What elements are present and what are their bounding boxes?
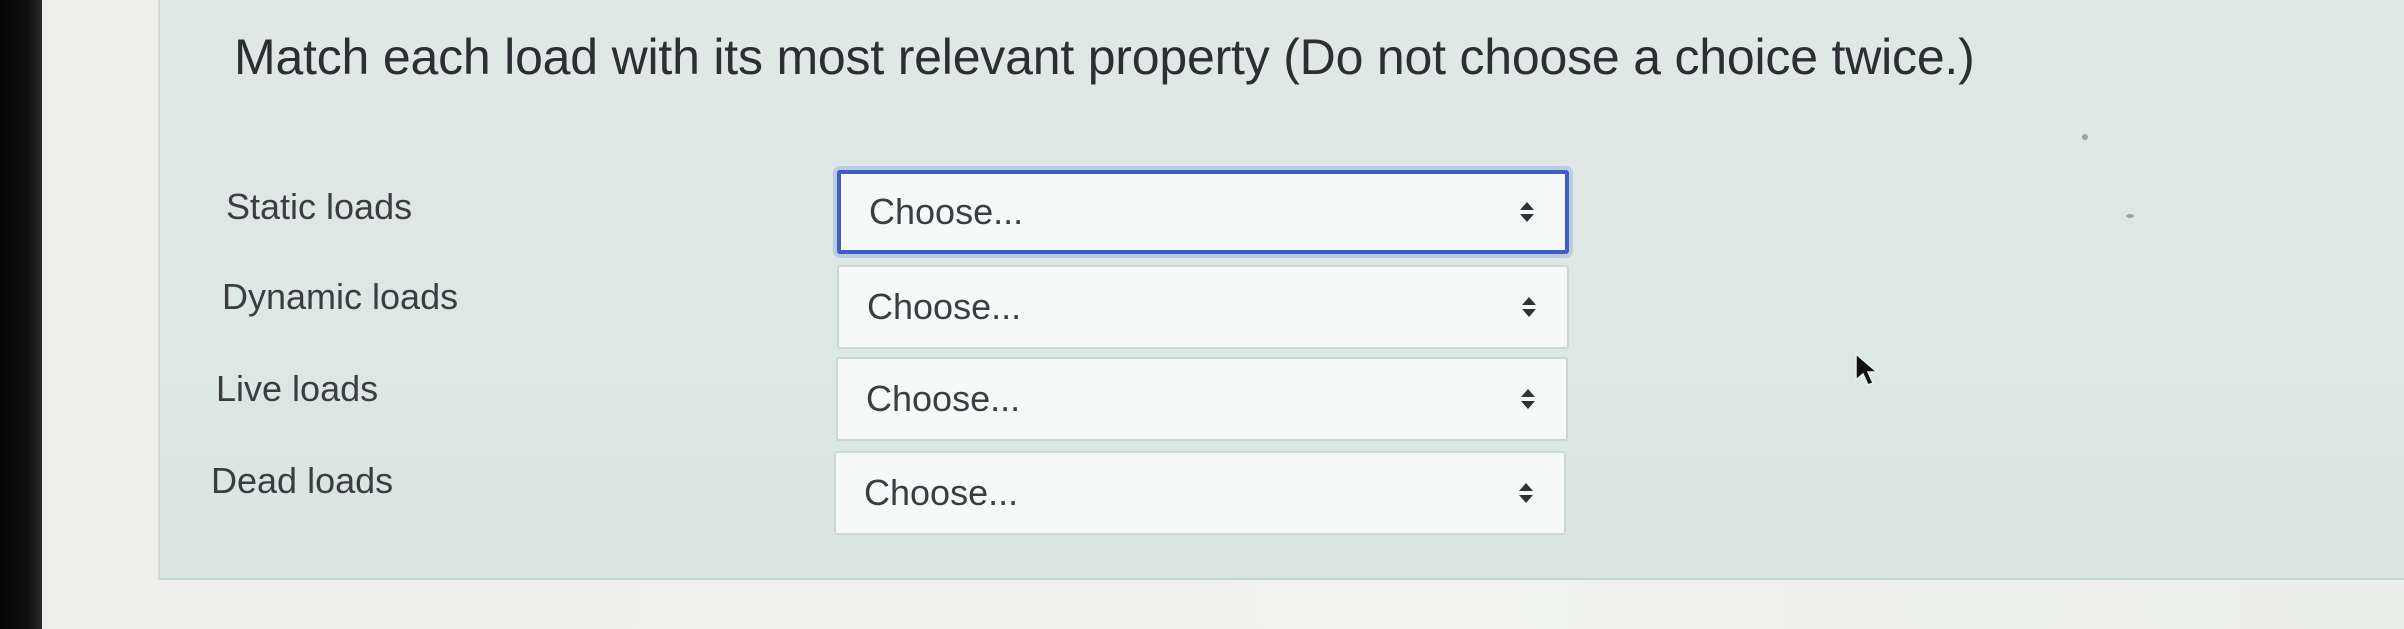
row-label-static-loads: Static loads (226, 186, 413, 227)
select-value: Choose... (864, 472, 1019, 513)
sort-icon (1519, 483, 1533, 503)
sort-icon (1521, 389, 1535, 409)
screen: Match each load with its most relevant p… (0, 0, 2404, 629)
monitor-bezel (0, 0, 42, 629)
row-label-live-loads: Live loads (216, 368, 379, 409)
sort-icon (1522, 297, 1536, 317)
select-static-loads[interactable]: Choose... (837, 170, 1569, 254)
select-dynamic-loads[interactable]: Choose... (837, 265, 1569, 349)
sort-icon (1520, 202, 1534, 222)
select-value: Choose... (869, 191, 1024, 232)
question-prompt: Match each load with its most relevant p… (234, 29, 1975, 85)
screen-speck (2082, 134, 2088, 140)
select-live-loads[interactable]: Choose... (836, 357, 1568, 441)
select-value: Choose... (867, 286, 1022, 327)
row-label-dynamic-loads: Dynamic loads (222, 276, 459, 317)
select-dead-loads[interactable]: Choose... (834, 451, 1566, 535)
row-label-dead-loads: Dead loads (211, 460, 394, 501)
screen-speck (2126, 214, 2134, 218)
select-value: Choose... (866, 378, 1021, 419)
mouse-cursor-icon (1855, 352, 1880, 386)
